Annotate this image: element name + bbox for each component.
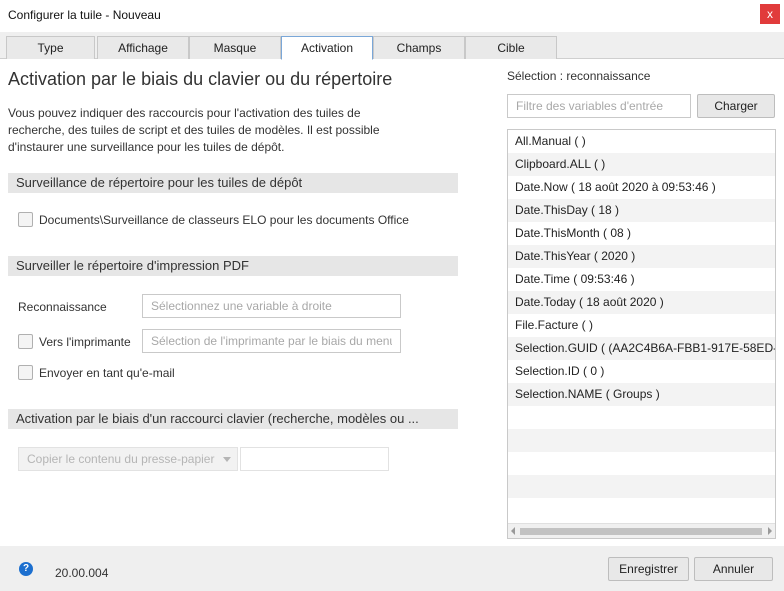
recognition-label: Reconnaissance bbox=[18, 300, 107, 314]
shortcut-action-select[interactable]: Copier le contenu du presse-papier bbox=[18, 447, 238, 471]
list-item[interactable]: Date.Time ( 09:53:46 ) bbox=[508, 268, 775, 291]
title-bar: Configurer la tuile - Nouveau x bbox=[0, 0, 784, 32]
tab-champs[interactable]: Champs bbox=[373, 36, 465, 59]
list-item[interactable]: Date.ThisMonth ( 08 ) bbox=[508, 222, 775, 245]
chevron-down-icon bbox=[223, 457, 231, 462]
list-item[interactable]: All.Manual ( ) bbox=[508, 130, 775, 153]
tab-bar: Type Affichage Masque Activation Champs … bbox=[0, 32, 784, 60]
version-label: 20.00.004 bbox=[55, 566, 109, 580]
list-item[interactable]: Date.Now ( 18 août 2020 à 09:53:46 ) bbox=[508, 176, 775, 199]
email-label: Envoyer en tant qu'e-mail bbox=[39, 366, 175, 380]
scroll-left-icon[interactable] bbox=[511, 527, 515, 535]
page-title: Activation par le biais du clavier ou du… bbox=[8, 69, 393, 89]
scroll-right-icon[interactable] bbox=[768, 527, 772, 535]
cancel-button[interactable]: Annuler bbox=[694, 557, 773, 581]
printer-checkbox[interactable] bbox=[18, 334, 33, 349]
section-pdf-monitoring: Surveiller le répertoire d'impression PD… bbox=[8, 256, 458, 276]
list-empty-row bbox=[508, 498, 775, 521]
section-folder-monitoring: Surveillance de répertoire pour les tuil… bbox=[8, 173, 458, 193]
tab-type[interactable]: Type bbox=[6, 36, 95, 59]
selection-label: Sélection : reconnaissance bbox=[507, 69, 651, 83]
list-item[interactable]: Clipboard.ALL ( ) bbox=[508, 153, 775, 176]
list-empty-row bbox=[508, 452, 775, 475]
shortcut-key-input[interactable] bbox=[240, 447, 389, 471]
load-button[interactable]: Charger bbox=[697, 94, 775, 118]
tab-affichage[interactable]: Affichage bbox=[97, 36, 189, 59]
shortcut-action-value: Copier le contenu du presse-papier bbox=[27, 452, 215, 466]
list-empty-row bbox=[508, 475, 775, 498]
list-item[interactable]: Date.ThisYear ( 2020 ) bbox=[508, 245, 775, 268]
printer-label: Vers l'imprimante bbox=[39, 335, 131, 349]
scrollbar-thumb[interactable] bbox=[520, 528, 762, 535]
tab-cible[interactable]: Cible bbox=[465, 36, 557, 59]
printer-input[interactable] bbox=[142, 329, 401, 353]
folder-monitoring-label: Documents\Surveillance de classeurs ELO … bbox=[39, 213, 409, 227]
list-item[interactable]: File.Facture ( ) bbox=[508, 314, 775, 337]
folder-monitoring-checkbox[interactable] bbox=[18, 212, 33, 227]
close-button[interactable]: x bbox=[760, 4, 780, 24]
list-item[interactable]: Date.Today ( 18 août 2020 ) bbox=[508, 291, 775, 314]
tab-masque[interactable]: Masque bbox=[189, 36, 281, 59]
variable-filter-input[interactable] bbox=[507, 94, 691, 118]
window-title: Configurer la tuile - Nouveau bbox=[8, 8, 161, 22]
list-item[interactable]: Selection.GUID ( (AA2C4B6A-FBB1-917E-58E… bbox=[508, 337, 775, 360]
list-item[interactable]: Date.ThisDay ( 18 ) bbox=[508, 199, 775, 222]
footer-bar: ? 20.00.004 Enregistrer Annuler bbox=[0, 546, 784, 591]
recognition-input[interactable] bbox=[142, 294, 401, 318]
list-item[interactable]: Selection.NAME ( Groups ) bbox=[508, 383, 775, 406]
list-empty-row bbox=[508, 429, 775, 452]
horizontal-scrollbar[interactable] bbox=[508, 523, 775, 538]
variable-list: All.Manual ( ) Clipboard.ALL ( ) Date.No… bbox=[507, 129, 776, 539]
save-button[interactable]: Enregistrer bbox=[608, 557, 689, 581]
tab-activation[interactable]: Activation bbox=[281, 36, 373, 60]
help-icon[interactable]: ? bbox=[19, 562, 33, 576]
list-item[interactable]: Selection.ID ( 0 ) bbox=[508, 360, 775, 383]
email-checkbox[interactable] bbox=[18, 365, 33, 380]
description-text: Vous pouvez indiquer des raccourcis pour… bbox=[8, 106, 380, 154]
list-empty-row bbox=[508, 406, 775, 429]
section-shortcut: Activation par le biais d'un raccourci c… bbox=[8, 409, 458, 429]
